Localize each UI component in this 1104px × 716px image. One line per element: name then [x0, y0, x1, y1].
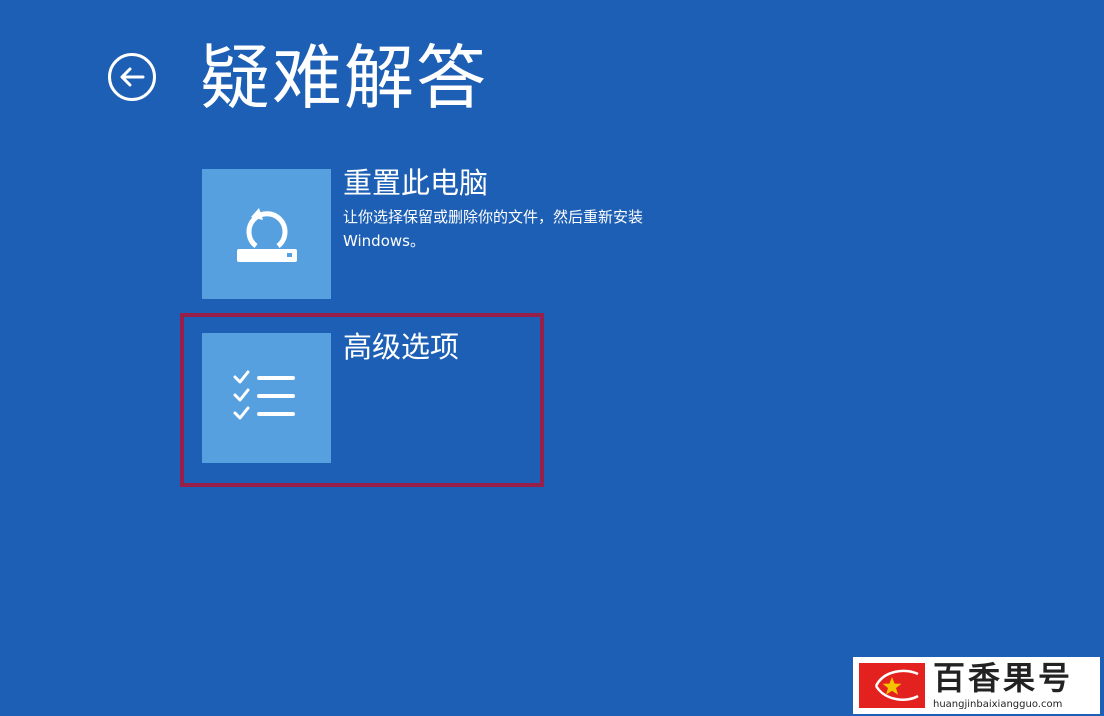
watermark-url: huangjinbaixiangguo.com [933, 699, 1063, 710]
watermark-logo [859, 663, 925, 708]
watermark-name: 百香果号 [933, 659, 1074, 697]
reset-pc-description: 让你选择保留或删除你的文件，然后重新安装 Windows。 [343, 208, 644, 250]
checklist-icon [233, 370, 295, 420]
advanced-options-option[interactable]: 高级选项 [202, 330, 762, 463]
back-button[interactable] [108, 53, 156, 101]
star-logo-icon [874, 669, 919, 701]
reset-pc-title: 重置此电脑 [343, 166, 489, 200]
watermark: 百香果号 huangjinbaixiangguo.com [853, 657, 1100, 714]
reset-pc-icon [236, 208, 297, 262]
advanced-options-tile[interactable] [202, 333, 331, 463]
troubleshoot-screen: 疑难解答 重置此电脑 让你选择保留或删除你的文件，然后重新安装 Windows。 [0, 0, 1104, 716]
page-title: 疑难解答 [200, 37, 488, 119]
watermark-text: 百香果号 huangjinbaixiangguo.com [933, 657, 1073, 711]
back-arrow-icon [120, 67, 145, 87]
reset-pc-tile[interactable] [202, 169, 331, 299]
advanced-options-title: 高级选项 [343, 330, 460, 364]
reset-pc-option[interactable]: 重置此电脑 让你选择保留或删除你的文件，然后重新安装 Windows。 [202, 166, 762, 299]
